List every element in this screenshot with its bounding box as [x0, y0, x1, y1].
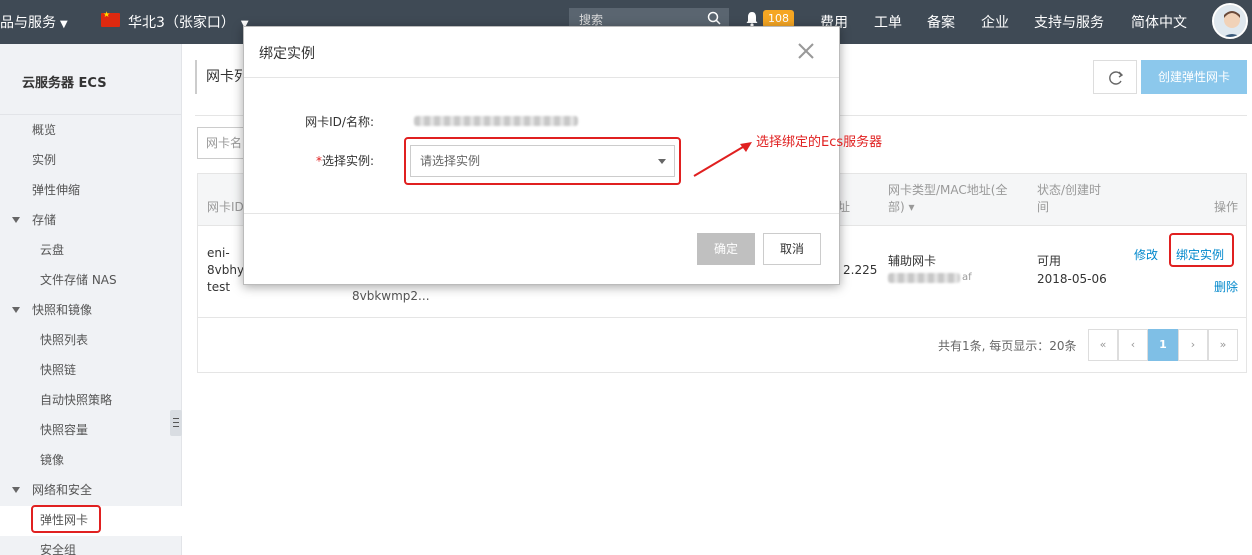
row-status: 可用 [1037, 254, 1062, 268]
sidebar-group-network-security[interactable]: 网络和安全 [32, 475, 92, 505]
sidebar-item-instances[interactable]: 实例 [32, 145, 56, 175]
header-status-line1: 状态/创建时 [1037, 183, 1102, 197]
china-flag-icon [101, 10, 120, 27]
pager-prev-button[interactable]: ‹ [1118, 329, 1148, 361]
edit-link[interactable]: 修改 [1134, 246, 1158, 264]
caret-down-icon[interactable] [12, 487, 20, 493]
dialog-footer-divider [244, 213, 839, 214]
delete-link[interactable]: 删除 [1214, 278, 1238, 296]
nav-tickets[interactable]: 工单 [874, 12, 902, 32]
chevron-down-icon [658, 159, 666, 164]
user-avatar-icon [1214, 5, 1246, 37]
row-ip: 2.225 [843, 263, 878, 277]
sidebar: 云服务器 ECS 概览 实例 弹性伸缩 存储 云盘 文件存储 NAS 快照和镜像… [0, 44, 182, 555]
header-actions: 操作 [1214, 200, 1239, 214]
nav-filing[interactable]: 备案 [927, 12, 955, 32]
nav-support[interactable]: 支持与服务 [1034, 12, 1104, 32]
caret-down-icon[interactable] [12, 217, 20, 223]
products-menu[interactable]: 品与服务 ▼ [0, 12, 68, 32]
close-icon[interactable] [794, 39, 818, 63]
row-divider [198, 317, 1246, 318]
instance-select[interactable]: 请选择实例 [410, 145, 675, 177]
sidebar-active-highlight [0, 506, 182, 536]
dialog-title: 绑定实例 [259, 46, 315, 62]
row-type: 辅助网卡 [888, 254, 937, 268]
sidebar-item-snapshot-list[interactable]: 快照列表 [40, 325, 88, 355]
sidebar-group-storage[interactable]: 存储 [32, 205, 56, 235]
sidebar-item-nas[interactable]: 文件存储 NAS [40, 265, 117, 295]
refresh-icon [1109, 71, 1124, 85]
nav-enterprise[interactable]: 企业 [981, 12, 1009, 32]
pager-page-1[interactable]: 1 [1148, 329, 1178, 361]
sidebar-title: 云服务器 ECS [22, 76, 107, 91]
confirm-button[interactable]: 确定 [697, 233, 755, 265]
sidebar-divider [0, 114, 182, 115]
sidebar-collapse-icon[interactable] [170, 410, 182, 436]
header-type-line2[interactable]: 部) ▾ [888, 198, 915, 216]
row-mac-blurred [888, 273, 960, 283]
products-menu-label: 品与服务 [0, 15, 56, 31]
row-id-line3: test [207, 280, 231, 294]
sidebar-item-snapshot-capacity[interactable]: 快照容量 [40, 415, 88, 445]
sidebar-item-snapshot-chain[interactable]: 快照链 [40, 355, 76, 385]
row-instance-id: 8vbkwmp2... [352, 289, 430, 303]
dialog-divider [244, 77, 839, 78]
pager-next-button[interactable]: › [1178, 329, 1208, 361]
create-eni-button[interactable]: 创建弹性网卡 [1141, 60, 1247, 94]
pager-first-button[interactable]: « [1088, 329, 1118, 361]
region-label: 华北3（张家口） [128, 15, 235, 31]
sidebar-item-autoscaling[interactable]: 弹性伸缩 [32, 175, 80, 205]
pager-last-button[interactable]: » [1208, 329, 1238, 361]
annotation-arrow-icon [693, 142, 752, 177]
nav-language[interactable]: 简体中文 [1131, 12, 1187, 32]
refresh-button[interactable] [1093, 60, 1137, 94]
sidebar-item-auto-snapshot-policy[interactable]: 自动快照策略 [40, 385, 112, 415]
avatar[interactable] [1212, 3, 1248, 39]
bell-icon[interactable] [745, 11, 759, 27]
pager-info: 共有1条, 每页显示：20条 [938, 339, 1077, 353]
region-selector[interactable]: 华北3（张家口） ▼ [128, 12, 249, 32]
sidebar-group-snapshots[interactable]: 快照和镜像 [32, 295, 92, 325]
sidebar-item-disks[interactable]: 云盘 [40, 235, 64, 265]
chevron-down-icon: ▼ [60, 19, 68, 30]
search-icon[interactable] [707, 11, 721, 25]
cancel-button[interactable]: 取消 [763, 233, 821, 265]
sidebar-item-overview[interactable]: 概览 [32, 115, 56, 145]
nic-id-label: 网卡ID/名称: [305, 115, 374, 129]
instance-label-text: 选择实例: [321, 154, 374, 168]
instance-label: *选择实例: [304, 152, 374, 169]
sidebar-item-eni[interactable]: 弹性网卡 [40, 505, 88, 535]
row-created: 2018-05-06 [1037, 272, 1107, 286]
sidebar-item-security-groups[interactable]: 安全组 [40, 535, 76, 555]
header-type-line1[interactable]: 网卡类型/MAC地址(全 [888, 181, 1007, 199]
page-title: 网卡列 [195, 60, 248, 94]
header-status-line2: 间 [1037, 200, 1050, 214]
bind-instance-link[interactable]: 绑定实例 [1176, 246, 1224, 264]
instance-select-placeholder: 请选择实例 [420, 154, 481, 168]
row-mac-tail: af [962, 272, 972, 283]
caret-down-icon[interactable] [12, 307, 20, 313]
row-id-line1: eni- [207, 246, 230, 260]
annotation-text: 选择绑定的Ecs服务器 [756, 135, 883, 150]
nic-id-value-blurred [414, 116, 578, 126]
sidebar-item-images[interactable]: 镜像 [40, 445, 64, 475]
header-id: 网卡ID/ [207, 200, 248, 214]
